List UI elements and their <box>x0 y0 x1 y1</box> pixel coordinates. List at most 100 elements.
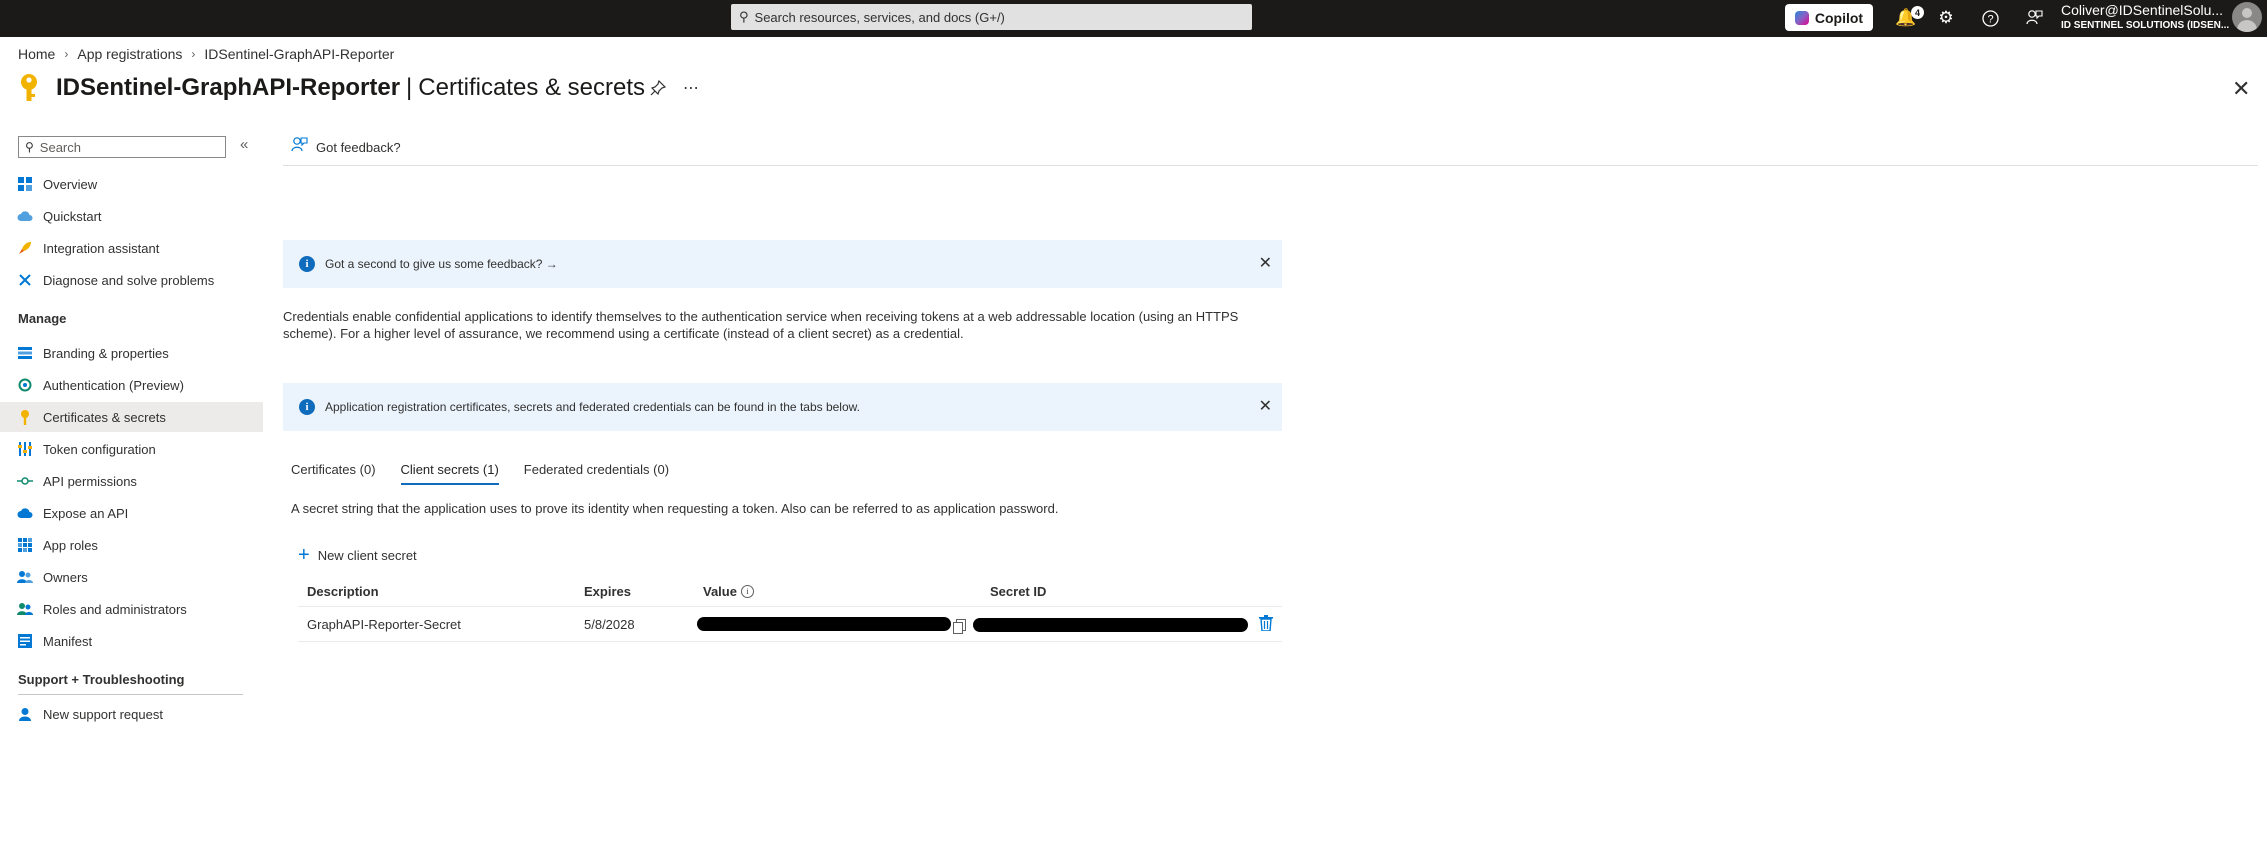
roles-admins-icon <box>17 601 33 617</box>
global-search-input[interactable]: ⚲ Search resources, services, and docs (… <box>731 4 1252 30</box>
column-header-secret-id: Secret ID <box>990 584 1047 599</box>
tab-federated-credentials[interactable]: Federated credentials (0) <box>524 462 669 485</box>
sidebar-item-token-configuration[interactable]: Token configuration <box>0 434 263 464</box>
app-name: IDSentinel-GraphAPI-Reporter <box>56 74 401 101</box>
sidebar-item-roles-admins[interactable]: Roles and administrators <box>0 594 263 624</box>
sidebar-item-label: Branding & properties <box>43 345 169 361</box>
breadcrumb-app[interactable]: IDSentinel-GraphAPI-Reporter <box>204 46 394 62</box>
support-person-icon <box>17 706 33 722</box>
more-options-icon[interactable]: ⋯ <box>683 78 700 98</box>
column-header-expires: Expires <box>584 584 631 599</box>
owners-icon <box>17 569 33 585</box>
overview-icon <box>17 176 33 192</box>
copy-icon[interactable] <box>953 619 966 634</box>
sidebar-item-integration-assistant[interactable]: Integration assistant <box>0 233 263 263</box>
sidebar-item-overview[interactable]: Overview <box>0 169 263 199</box>
delete-trash-icon[interactable] <box>1259 615 1273 636</box>
tab-certificates[interactable]: Certificates (0) <box>291 462 376 485</box>
table-row-divider <box>298 641 1282 642</box>
tabs-info-text: Application registration certificates, s… <box>325 400 860 414</box>
sidebar-search-placeholder: Search <box>39 139 81 155</box>
app-roles-icon <box>17 537 33 553</box>
user-org: ID SENTINEL SOLUTIONS (IDSEN... <box>2061 20 2230 31</box>
sidebar-heading-manage: Manage <box>18 311 67 326</box>
user-name: Coliver@IDSentinelSolu... <box>2061 2 2224 18</box>
settings-gear-icon[interactable]: ⚙ <box>1934 6 1958 30</box>
collapse-sidebar-icon[interactable]: « <box>240 136 248 153</box>
sidebar-item-manifest[interactable]: Manifest <box>0 626 263 656</box>
commandbar-divider <box>283 165 2258 166</box>
secret-expires-cell: 5/8/2028 <box>584 617 635 632</box>
authentication-icon <box>17 377 33 393</box>
close-icon[interactable]: ✕ <box>1259 253 1272 273</box>
sidebar-item-label: New support request <box>43 706 163 722</box>
sidebar-item-certificates-secrets[interactable]: Certificates & secrets <box>0 402 263 432</box>
page-title: IDSentinel-GraphAPI-Reporter | Certificate… <box>56 74 646 101</box>
cloud-icon <box>17 208 33 224</box>
rocket-icon <box>17 240 33 256</box>
redacted-secret-id <box>973 618 1248 632</box>
search-icon: ⚲ <box>739 9 749 24</box>
sidebar-item-label: Manifest <box>43 633 93 649</box>
sidebar-item-owners[interactable]: Owners <box>0 562 263 592</box>
help-icon[interactable]: ? <box>1978 6 2002 30</box>
tab-client-secrets[interactable]: Client secrets (1) <box>400 462 500 485</box>
search-icon: ⚲ <box>25 140 34 154</box>
credentials-description: Credentials enable confidential applicat… <box>283 309 1239 341</box>
sidebar-divider <box>18 694 243 695</box>
sidebar-item-label: App roles <box>43 537 98 553</box>
global-search-placeholder: Search resources, services, and docs (G+… <box>754 9 1005 25</box>
info-icon: i <box>299 399 315 415</box>
sidebar-item-quickstart[interactable]: Quickstart <box>0 201 263 231</box>
account-menu[interactable]: Coliver@IDSentinelSolu... ID SENTINEL SO… <box>2061 2 2229 32</box>
sidebar-item-api-permissions[interactable]: API permissions <box>0 466 263 496</box>
tab-description: A secret string that the application use… <box>291 501 1059 516</box>
breadcrumb: Home › App registrations › IDSentinel-Gr… <box>18 46 394 62</box>
feedback-banner: i Got a second to give us some feedback?… <box>283 240 1282 288</box>
token-config-icon <box>17 441 33 457</box>
sidebar-heading-support: Support + Troubleshooting <box>18 672 185 687</box>
feedback-icon[interactable] <box>2022 6 2046 30</box>
close-icon[interactable]: ✕ <box>2232 76 2250 102</box>
sidebar-item-label: API permissions <box>43 473 137 489</box>
cloud-icon <box>17 505 33 521</box>
copilot-icon <box>1794 10 1809 25</box>
sidebar-item-branding[interactable]: Branding & properties <box>0 338 263 368</box>
copilot-label: Copilot <box>1814 9 1864 26</box>
new-client-secret-button[interactable]: + New client secret <box>298 545 417 565</box>
sidebar-item-label: Overview <box>43 176 98 192</box>
sidebar-item-expose-api[interactable]: Expose an API <box>0 498 263 528</box>
info-icon[interactable]: i <box>740 585 754 598</box>
sidebar-item-label: Token configuration <box>43 441 156 457</box>
section-name: Certificates & secrets <box>418 74 646 101</box>
column-header-value-label: Value <box>703 584 737 599</box>
table-header-divider <box>298 606 1282 607</box>
notification-count-badge: 4 <box>1911 6 1924 19</box>
chevron-right-icon: › <box>64 47 69 61</box>
sidebar-item-diagnose[interactable]: Diagnose and solve problems <box>0 265 263 295</box>
sidebar-item-label: Diagnose and solve problems <box>43 272 215 288</box>
api-permissions-icon <box>17 473 33 489</box>
new-client-secret-label: New client secret <box>317 547 417 563</box>
sidebar-item-label: Certificates & secrets <box>43 409 166 425</box>
sidebar-search-input[interactable]: ⚲ Search <box>18 136 226 158</box>
sidebar-item-label: Integration assistant <box>43 240 160 256</box>
feedback-button[interactable]: Got feedback? <box>290 136 401 158</box>
sidebar-item-label: Owners <box>43 569 88 585</box>
feedback-label: Got feedback? <box>316 139 401 155</box>
manifest-icon <box>17 633 33 649</box>
avatar[interactable] <box>2232 2 2262 32</box>
key-icon <box>17 409 33 425</box>
secret-description-cell: GraphAPI-Reporter-Secret <box>307 617 461 632</box>
feedback-banner-link[interactable]: Got a second to give us some feedback? → <box>325 257 558 271</box>
sidebar-item-authentication[interactable]: Authentication (Preview) <box>0 370 263 400</box>
sidebar-item-label: Quickstart <box>43 208 102 224</box>
sidebar-item-new-support-request[interactable]: New support request <box>0 699 263 729</box>
sidebar-item-app-roles[interactable]: App roles <box>0 530 263 560</box>
copilot-button[interactable]: Copilot <box>1785 4 1873 31</box>
key-icon <box>16 73 42 103</box>
breadcrumb-home[interactable]: Home <box>18 46 55 62</box>
breadcrumb-app-registrations[interactable]: App registrations <box>77 46 182 62</box>
close-icon[interactable]: ✕ <box>1259 396 1272 416</box>
pin-icon[interactable] <box>650 79 667 101</box>
